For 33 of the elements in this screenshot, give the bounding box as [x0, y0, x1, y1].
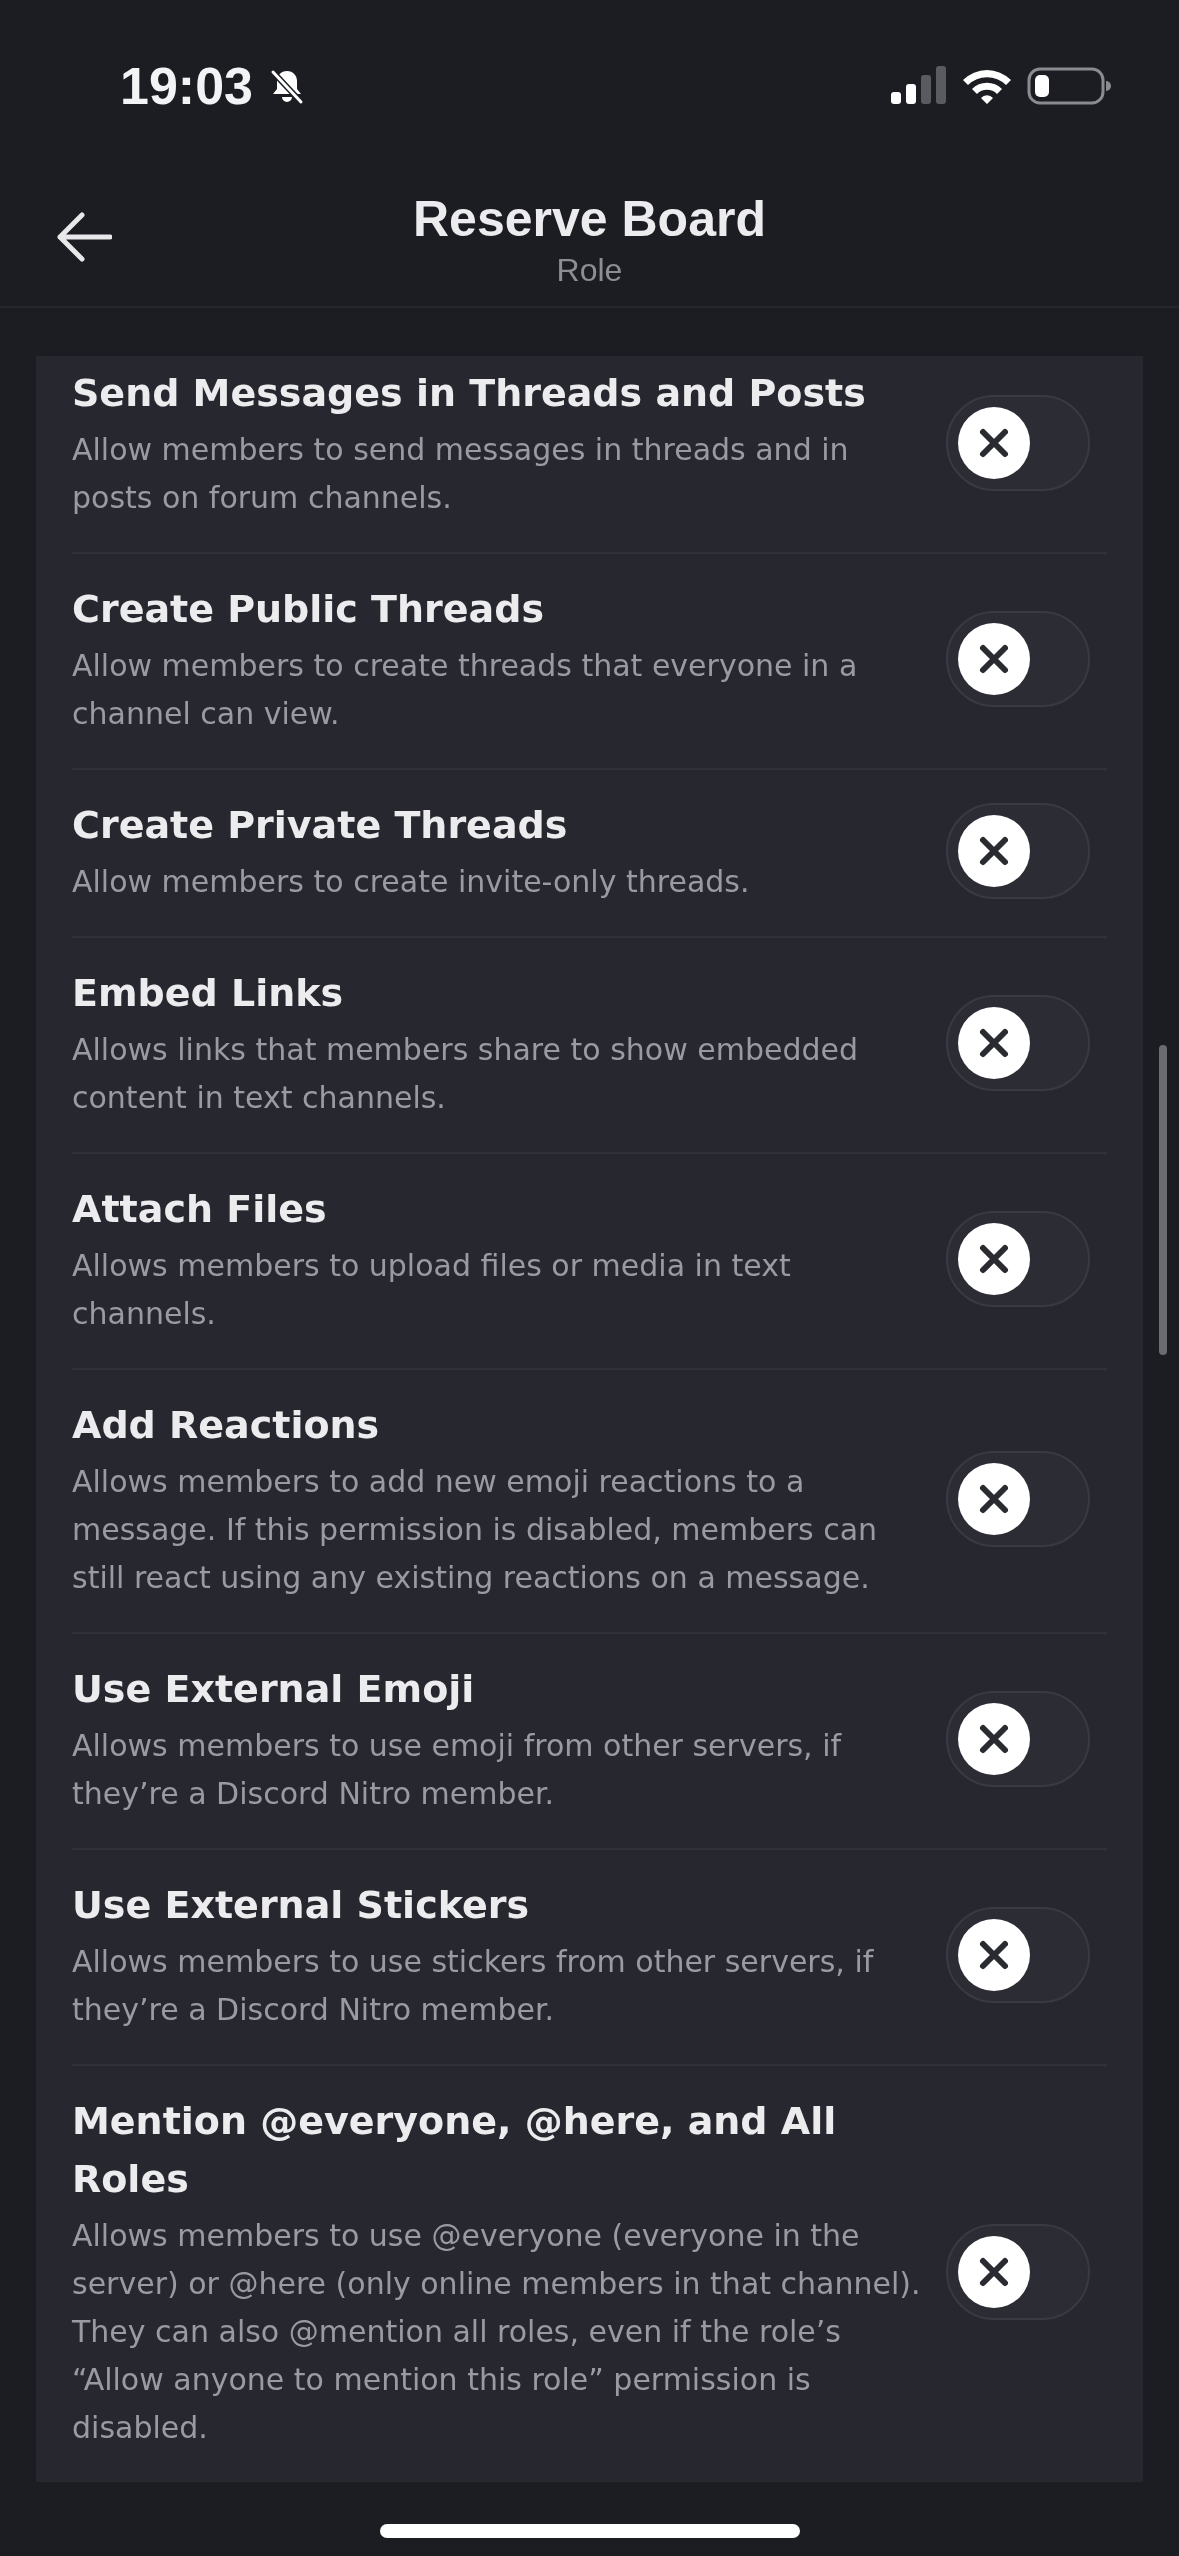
- permission-description: Allow members to create invite-only threads.: [72, 863, 751, 901]
- permission-title: Use External Stickers: [72, 1882, 531, 1929]
- knob-x-icon: [958, 1007, 1030, 1079]
- permission-description: Allows members to use emoji from other servers, if they’re a Discord Nitro member.: [72, 1727, 843, 1813]
- permission-title: Mention @everyone, @here, and All Roles: [72, 2098, 838, 2203]
- permission-description: Allow members to send messages in threads and in posts on forum channels.: [72, 431, 850, 517]
- knob-x-icon: [958, 815, 1030, 887]
- permission-description: Allows members to upload files or media in text channels.: [72, 1247, 792, 1333]
- permission-description: Allows members to use @everyone (everyone in the server) or @here (only online members in that channel). They can also @mention all roles, even if the role’s “Allow anyone to mention this role” permission is disabled.: [72, 2217, 922, 2447]
- permission-title: Create Private Threads: [72, 802, 569, 849]
- permission-title: Embed Links: [72, 970, 345, 1017]
- knob-x-icon: [958, 2236, 1030, 2308]
- battery-icon: [1027, 66, 1111, 106]
- knob-x-icon: [958, 623, 1030, 695]
- knob-x-icon: [958, 407, 1030, 479]
- knob-x-icon: [958, 1223, 1030, 1295]
- permission-title: Create Public Threads: [72, 586, 546, 633]
- permission-title: Add Reactions: [72, 1402, 381, 1449]
- permission-title: Attach Files: [72, 1186, 328, 1233]
- permission-description: Allow members to create threads that everyone in a channel can view.: [72, 647, 859, 733]
- page-title: Reserve Board: [413, 189, 766, 248]
- permission-title: Use External Emoji: [72, 1666, 476, 1713]
- permission-description: Allows members to use stickers from other servers, if they’re a Discord Nitro member.: [72, 1943, 875, 2029]
- page-subtitle: Role: [556, 251, 623, 289]
- permission-description: Allows links that members share to show embedded content in text channels.: [72, 1031, 860, 1117]
- knob-x-icon: [958, 1463, 1030, 1535]
- signal-icon: [891, 66, 947, 106]
- knob-x-icon: [958, 1919, 1030, 1991]
- permission-description: Allows members to add new emoji reactions to a message. If this permission is disabled, members can still react using any existing reactions on a message.: [72, 1463, 879, 1597]
- knob-x-icon: [958, 1703, 1030, 1775]
- permission-title: Send Messages in Threads and Posts: [72, 370, 867, 417]
- back-arrow-icon[interactable]: [56, 212, 112, 262]
- status-time: 19:03: [120, 56, 253, 116]
